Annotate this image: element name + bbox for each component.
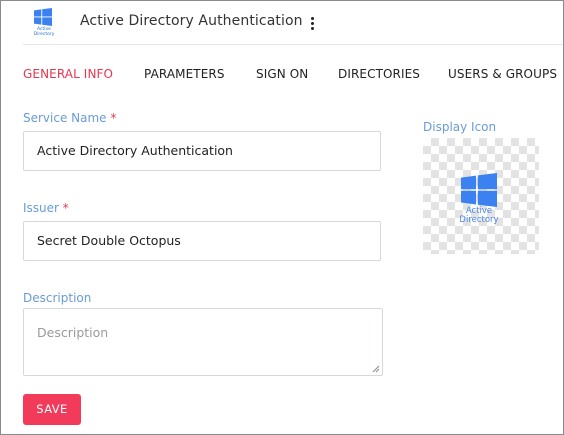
description-placeholder: Description	[37, 325, 109, 340]
tab-bar: GENERAL INFO PARAMETERS SIGN ON DIRECTOR…	[1, 67, 563, 87]
app-window: Active Directory Active Directory Authen…	[0, 0, 564, 435]
kebab-dot	[310, 22, 314, 25]
header: Active Directory Active Directory Authen…	[1, 1, 563, 45]
issuer-label-text: Issuer	[23, 201, 59, 215]
app-logo: Active Directory	[31, 8, 57, 38]
app-logo-text-line2: Directory	[33, 32, 55, 37]
tab-general-info[interactable]: GENERAL INFO	[23, 67, 113, 81]
kebab-dot	[310, 27, 314, 30]
windows-logo-icon	[34, 8, 52, 26]
page-title: Active Directory Authentication	[80, 13, 303, 29]
service-name-input[interactable]: Active Directory Authentication	[23, 131, 381, 171]
display-icon-preview[interactable]: Active Directory	[423, 138, 539, 254]
app-logo-text: Active Directory	[27, 27, 61, 37]
required-marker: *	[110, 111, 117, 125]
description-textarea[interactable]: Description	[23, 308, 383, 376]
header-divider	[23, 44, 563, 45]
save-button[interactable]: SAVE	[23, 394, 81, 425]
issuer-input[interactable]: Secret Double Octopus	[23, 221, 381, 261]
tab-parameters[interactable]: PARAMETERS	[144, 67, 225, 81]
required-marker: *	[62, 201, 69, 215]
tab-sign-on[interactable]: SIGN ON	[256, 67, 308, 81]
display-icon-text: Active Directory	[451, 207, 507, 225]
service-name-label: Service Name *	[23, 111, 116, 125]
display-icon-text-line2: Directory	[459, 215, 499, 225]
tab-directories[interactable]: DIRECTORIES	[338, 67, 420, 81]
kebab-menu-icon[interactable]	[308, 14, 316, 32]
resize-grip-icon[interactable]	[372, 365, 380, 373]
service-name-label-text: Service Name	[23, 111, 107, 125]
issuer-label: Issuer *	[23, 201, 69, 215]
kebab-dot	[310, 17, 314, 20]
windows-logo-icon	[461, 173, 497, 207]
description-label: Description	[23, 291, 92, 305]
tab-users-and-groups[interactable]: USERS & GROUPS	[448, 67, 557, 81]
display-icon-label: Display Icon	[423, 120, 497, 134]
